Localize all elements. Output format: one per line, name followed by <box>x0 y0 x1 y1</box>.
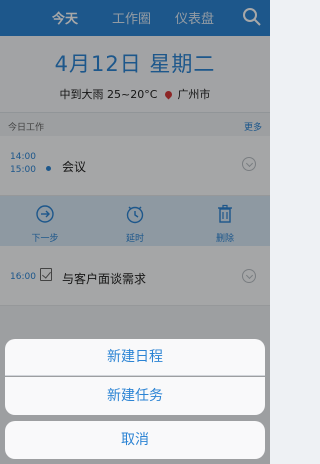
cancel-button[interactable]: 取消 <box>5 421 265 459</box>
new-task-button[interactable]: 新建任务 <box>5 377 265 415</box>
new-schedule-button[interactable]: 新建日程 <box>5 339 265 376</box>
